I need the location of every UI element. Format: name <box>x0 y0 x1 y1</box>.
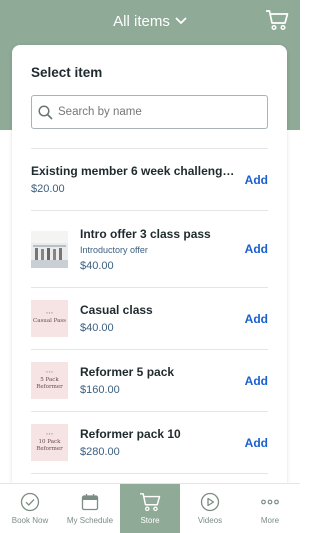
nav-videos[interactable]: Videos <box>180 484 240 533</box>
select-item-panel: Select item Existing member 6 week chall… <box>12 45 287 483</box>
item-name: Casual class <box>80 303 153 317</box>
play-circle-icon <box>200 492 220 512</box>
list-item[interactable]: ✦✦✦ 10 Pack Reformer Reformer pack 10 $2… <box>31 411 268 473</box>
item-info: Intro offer 3 class pass Introductory of… <box>80 227 239 272</box>
thumbnail-logo: ✦✦✦ <box>45 369 54 374</box>
more-dots-icon <box>261 499 279 505</box>
thumbnail-logo: ✦✦✦ <box>45 311 54 316</box>
item-thumbnail <box>31 230 68 268</box>
item-price: $160.00 <box>80 384 120 396</box>
item-info: Existing member 6 week challenge… $20.00 <box>31 164 239 195</box>
add-button[interactable]: Add <box>239 436 268 450</box>
item-info: Casual class $40.00 <box>80 303 239 334</box>
thumbnail-label: Casual Pass <box>32 318 67 325</box>
list-item[interactable]: Existing member 6 week challenge… $20.00… <box>31 148 268 210</box>
add-button[interactable]: Add <box>239 374 268 388</box>
list-item[interactable]: ✦✦✦ 5 Pack Reformer Reformer 5 pack $160… <box>31 349 268 411</box>
thumbnail-label: 10 Pack Reformer <box>36 438 63 452</box>
panel-title: Select item <box>31 65 103 80</box>
nav-more[interactable]: More <box>240 484 300 533</box>
add-button[interactable]: Add <box>239 312 268 326</box>
nav-label: My Schedule <box>66 516 114 525</box>
check-circle-icon <box>20 492 40 512</box>
thumbnail-label: 5 Pack Reformer <box>36 376 63 390</box>
item-name: Reformer pack 10 <box>80 427 181 441</box>
nav-my-schedule[interactable]: My Schedule <box>60 484 120 533</box>
item-thumbnail: ✦✦✦ 5 Pack Reformer <box>31 362 68 399</box>
bottom-navigation: Book Now My Schedule Store Videos More <box>0 483 300 533</box>
item-info: Reformer 5 pack $160.00 <box>80 365 239 396</box>
item-price: $40.00 <box>80 259 114 272</box>
thumbnail-logo: ✦✦✦ <box>45 431 54 436</box>
cart-button[interactable] <box>264 8 290 32</box>
item-name: Reformer 5 pack <box>80 365 175 379</box>
item-info: Reformer pack 10 $280.00 <box>80 427 239 458</box>
item-price: $40.00 <box>80 322 114 334</box>
nav-label: Book Now <box>11 516 49 525</box>
nav-label: Store <box>140 516 160 525</box>
item-thumbnail: ✦✦✦ 10 Pack Reformer <box>31 424 68 461</box>
item-name: Intro offer 3 class pass <box>80 226 211 241</box>
chevron-down-icon <box>175 17 187 25</box>
nav-store[interactable]: Store <box>120 484 180 533</box>
nav-label: Videos <box>197 516 223 525</box>
item-thumbnail: ✦✦✦ Casual Pass <box>31 300 68 337</box>
category-title: All items <box>113 12 170 30</box>
category-dropdown[interactable]: All items <box>0 10 300 32</box>
item-list: Existing member 6 week challenge… $20.00… <box>31 148 268 483</box>
search-box[interactable] <box>31 95 268 129</box>
nav-book-now[interactable]: Book Now <box>0 484 60 533</box>
list-item[interactable]: Intro offer 3 class pass Introductory of… <box>31 210 268 287</box>
search-icon <box>38 104 53 120</box>
calendar-icon <box>81 494 99 511</box>
search-input[interactable] <box>58 106 258 118</box>
cart-icon <box>266 10 289 31</box>
add-button[interactable]: Add <box>239 173 268 187</box>
item-price: $20.00 <box>31 183 65 195</box>
item-price: $280.00 <box>80 446 120 458</box>
item-name: Existing member 6 week challenge… <box>31 164 239 178</box>
item-subtitle: Introductory offer <box>80 244 148 255</box>
add-button[interactable]: Add <box>239 242 268 256</box>
cart-icon <box>140 493 161 512</box>
nav-label: More <box>260 516 280 525</box>
list-item[interactable]: ✦✦✦ Casual Pass Casual class $40.00 Add <box>31 287 268 349</box>
list-item[interactable] <box>31 473 268 483</box>
